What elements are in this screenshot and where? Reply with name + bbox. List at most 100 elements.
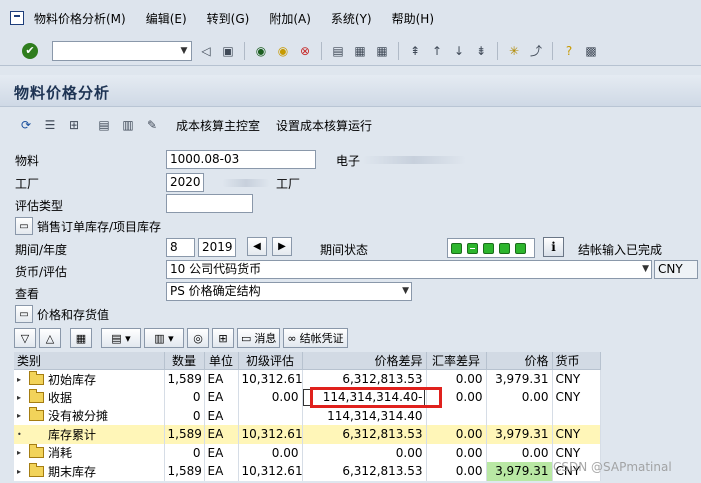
valuation-type-field[interactable] (166, 194, 253, 213)
shortcut-icon[interactable]: ⤴ (528, 43, 544, 59)
separator (244, 41, 245, 60)
find-button[interactable]: ▦ (70, 328, 92, 348)
columns-icon[interactable]: ▥ (120, 117, 136, 133)
previous-period-button[interactable]: ◀ (247, 237, 267, 256)
hierarchy-button[interactable]: ⊞ (212, 328, 234, 348)
menu-edit[interactable]: 编辑(E) (146, 10, 187, 27)
view-dropdown[interactable]: PS 价格确定结构 ▼ (166, 282, 412, 301)
table-row[interactable]: ▸ 消耗 0 EA 0.00 0.00 0.00 0.00 CNY (14, 443, 601, 462)
exchange-rate-diff-cell (426, 406, 487, 425)
currency-valuation-dropdown[interactable]: 10 公司代码货币 ▼ (166, 260, 652, 279)
next-page-icon[interactable]: ↓ (451, 43, 467, 59)
price-difference-cell[interactable]: 114,314,314.40- (302, 388, 427, 407)
sales-order-stock-button[interactable]: ▭ 销售订单库存/项目库存 (15, 216, 161, 236)
plant-label: 工厂 (15, 177, 40, 191)
previous-page-icon[interactable]: ↑ (429, 43, 445, 59)
messages-button[interactable]: ▭ 消息 (237, 328, 281, 348)
folder-icon (29, 370, 44, 385)
help-icon[interactable]: ? (561, 43, 577, 59)
menu-goto[interactable]: 转到(G) (207, 10, 250, 27)
table-row[interactable]: ▸ 期末库存 1,589 EA 10,312.61 6,312,813.53 0.… (14, 462, 601, 481)
expand-arrow-icon[interactable]: ▸ (17, 375, 29, 384)
list-icon[interactable]: ☰ (42, 117, 58, 133)
column-header-price[interactable]: 价格 (486, 352, 553, 370)
last-page-icon[interactable]: ⇟ (473, 43, 489, 59)
menu-extras[interactable]: 附加(A) (269, 10, 311, 27)
collapse-button[interactable]: △ (39, 328, 61, 348)
next-period-button[interactable]: ▶ (272, 237, 292, 256)
enter-check-icon[interactable]: ✔ (22, 42, 38, 59)
column-header-exchange-rate-diff[interactable]: 汇率差异 (426, 352, 487, 370)
document-icon: ∞ (287, 331, 297, 345)
table-row[interactable]: • 库存累计 1,589 EA 10,312.61 6,312,813.53 0.… (14, 425, 601, 444)
column-header-unit[interactable]: 单位 (204, 352, 239, 370)
column-header-category[interactable]: 类别 (14, 352, 165, 370)
back-icon[interactable]: ◉ (253, 43, 269, 59)
folder-open-icon: ▭ (15, 217, 33, 235)
column-header-currency[interactable]: 货币 (552, 352, 601, 370)
setup-costing-run-button[interactable]: 设置成本核算运行 (276, 117, 372, 134)
table-row[interactable]: ▸ 没有被分摊 0 EA 114,314,314.40 (14, 406, 601, 425)
material-field[interactable]: 1000.08-03 (166, 150, 316, 169)
exchange-rate-diff-cell: 0.00 (426, 443, 487, 462)
new-session-icon[interactable]: ✳ (506, 43, 522, 59)
find-next-icon[interactable]: ▦ (374, 43, 390, 59)
column-header-prelim-valuation[interactable]: 初级评估 (238, 352, 303, 370)
closing-document-button[interactable]: ∞ 结帐凭证 (283, 328, 348, 348)
table-row[interactable]: ▸ 收据 0 EA 0.00 114,314,314.40- 0.00 0.00 … (14, 388, 601, 407)
print-icon[interactable]: ▤ (330, 43, 346, 59)
expand-button[interactable]: ▽ (14, 328, 36, 348)
year-field[interactable]: 2019 (198, 238, 236, 257)
find-icon[interactable]: ▦ (352, 43, 368, 59)
back-arrow-icon[interactable]: ◁ (198, 43, 214, 59)
window-menu-icon[interactable] (10, 11, 24, 25)
unit-cell: EA (204, 425, 239, 444)
save-icon[interactable]: ▣ (220, 43, 236, 59)
hierarchy-icon[interactable]: ⊞ (66, 117, 82, 133)
info-icon[interactable]: i (543, 237, 564, 257)
column-header-quantity[interactable]: 数量 (164, 352, 205, 370)
plant-field[interactable]: 2020 (166, 173, 204, 192)
category-cell: 没有被分摊 (48, 409, 109, 424)
quantity-cell: 0 (164, 443, 205, 462)
menu-help[interactable]: 帮助(H) (392, 10, 434, 27)
expand-arrow-icon[interactable]: ▸ (17, 448, 29, 457)
status-light-icon (483, 242, 494, 254)
category-cell: 初始库存 (48, 372, 97, 387)
exit-icon[interactable]: ◉ (275, 43, 291, 59)
layout-button[interactable]: ▥ ▾ (144, 328, 184, 348)
first-page-icon[interactable]: ⇞ (407, 43, 423, 59)
edit-doc-icon[interactable]: ✎ (144, 117, 160, 133)
price-cell: 3,979.31 (486, 462, 553, 481)
chevron-down-icon[interactable]: ▼ (177, 42, 191, 60)
price-cell: 0.00 (486, 443, 553, 462)
plant-description: 工厂 (276, 177, 301, 191)
costing-cockpit-button[interactable]: 成本核算主控室 (176, 117, 260, 134)
message-icon: ▭ (241, 331, 252, 345)
quantity-cell: 0 (164, 388, 205, 407)
material-description: 电子 (336, 154, 361, 168)
menu-material-price[interactable]: 物料价格分析(M) (34, 10, 126, 27)
menu-bar: 物料价格分析(M) 编辑(E) 转到(G) 附加(A) 系统(Y) 帮助(H) (0, 0, 701, 36)
layout-menu-icon[interactable]: ▩ (583, 43, 599, 59)
column-header-price-difference[interactable]: 价格差异 (302, 352, 427, 370)
chevron-down-icon[interactable]: ▼ (402, 283, 409, 300)
period-field[interactable]: 8 (166, 238, 195, 257)
period-status-label: 期间状态 (320, 243, 369, 257)
chevron-down-icon[interactable]: ▼ (642, 261, 649, 278)
detail-button[interactable]: ◎ (187, 328, 209, 348)
print-list-icon[interactable]: ▤ (96, 117, 112, 133)
command-field[interactable]: ▼ (52, 40, 192, 61)
exchange-rate-diff-cell: 0.00 (426, 388, 487, 407)
expand-arrow-icon[interactable]: ▸ (17, 467, 29, 476)
category-cell: 收据 (48, 390, 73, 405)
expand-arrow-icon[interactable]: ▸ (17, 393, 29, 402)
price-stock-value-button[interactable]: ▭ 价格和存货值 (15, 304, 109, 324)
table-row[interactable]: ▸ 初始库存 1,589 EA 10,312.61 6,312,813.53 0.… (14, 369, 601, 388)
refresh-icon[interactable]: ⟳ (18, 117, 34, 133)
prelim-valuation-cell (238, 406, 303, 425)
cancel-icon[interactable]: ⊗ (297, 43, 313, 59)
menu-system[interactable]: 系统(Y) (331, 10, 372, 27)
print-button[interactable]: ▤ ▾ (101, 328, 141, 348)
expand-arrow-icon[interactable]: ▸ (17, 411, 29, 420)
